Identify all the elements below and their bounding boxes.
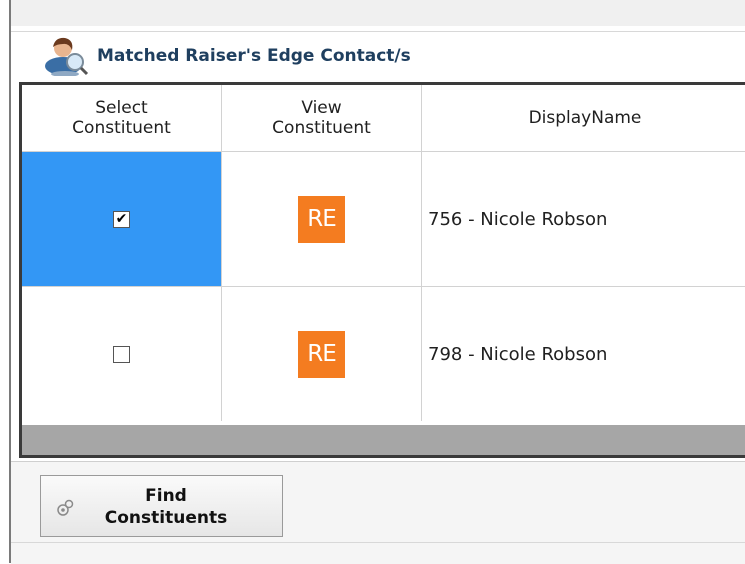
table-row[interactable]: RE 798 - Nicole Robson: [22, 286, 745, 421]
find-constituents-button[interactable]: Find Constituents: [40, 475, 283, 537]
find-constituents-label: Find Constituents: [104, 486, 228, 528]
display-name-cell: 756 - Nicole Robson: [422, 152, 745, 286]
person-search-icon: [45, 37, 89, 76]
divider: [11, 542, 745, 543]
raisers-edge-badge-icon[interactable]: RE: [298, 330, 345, 378]
view-cell: RE: [222, 287, 422, 421]
panel-title: Matched Raiser's Edge Contact/s: [97, 46, 411, 66]
select-checkbox[interactable]: [113, 345, 130, 363]
column-header-view[interactable]: View Constituent: [222, 85, 422, 151]
action-bar: Find Constituents: [11, 461, 745, 564]
raisers-edge-badge-icon[interactable]: RE: [298, 195, 345, 243]
constituent-grid: Select Constituent View Constituent Disp…: [19, 82, 745, 458]
find-gear-icon: [57, 499, 74, 516]
panel-header: Matched Raiser's Edge Contact/s: [11, 31, 745, 79]
table-row[interactable]: ✔ RE 756 - Nicole Robson: [22, 151, 745, 286]
select-cell[interactable]: ✔: [22, 152, 222, 286]
grid-header: Select Constituent View Constituent Disp…: [22, 85, 745, 151]
grid-footer: [22, 425, 745, 455]
column-header-select[interactable]: Select Constituent: [22, 85, 222, 151]
column-header-displayname[interactable]: DisplayName: [422, 85, 745, 151]
top-band: [11, 0, 745, 26]
select-checkbox[interactable]: ✔: [113, 210, 130, 228]
display-name-cell: 798 - Nicole Robson: [422, 287, 745, 421]
select-cell[interactable]: [22, 287, 222, 421]
view-cell: RE: [222, 152, 422, 286]
